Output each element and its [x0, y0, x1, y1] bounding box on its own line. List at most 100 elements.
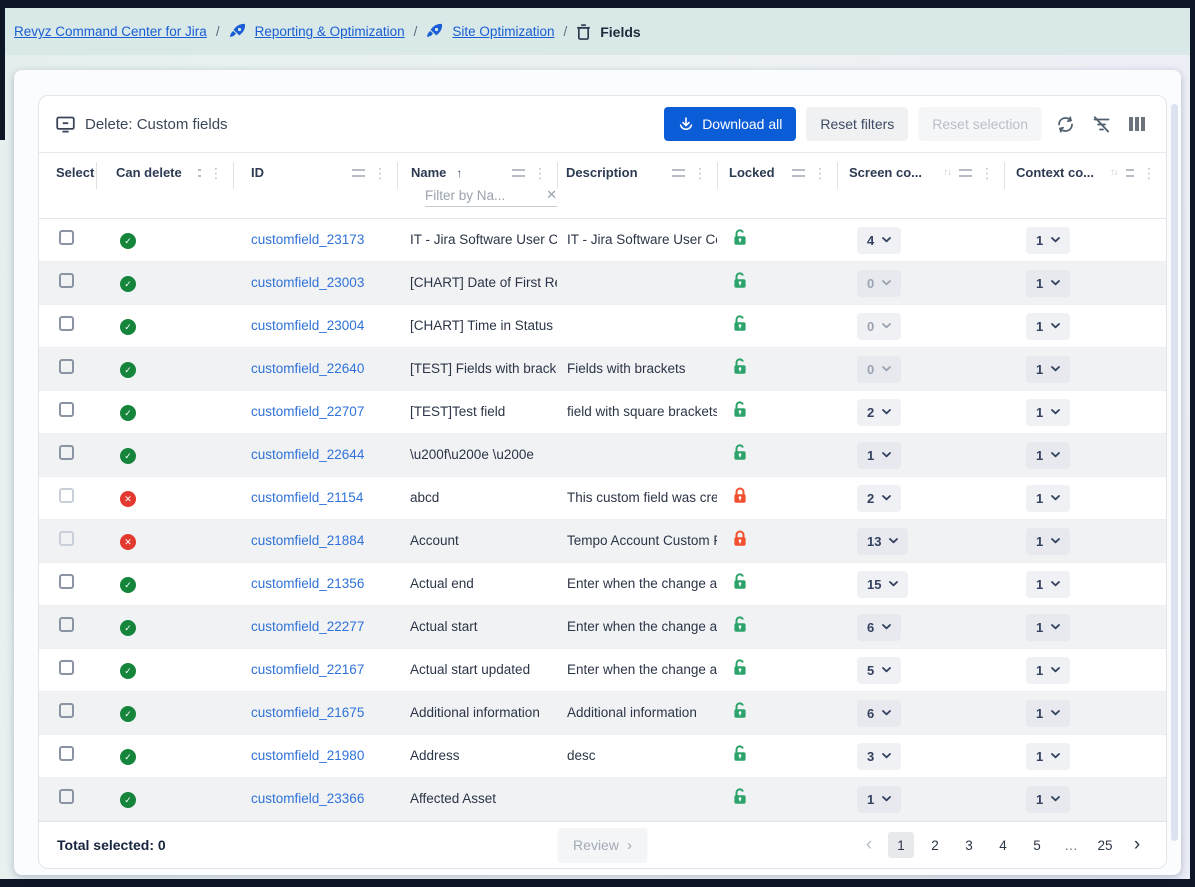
page-button[interactable]: 3 [956, 832, 982, 858]
field-id-link[interactable]: customfield_23003 [251, 275, 364, 290]
row-checkbox[interactable] [59, 445, 74, 460]
row-checkbox[interactable] [59, 789, 74, 804]
column-more-icon[interactable]: ⋮ [209, 166, 223, 180]
filter-off-icon[interactable] [1088, 111, 1114, 137]
row-checkbox[interactable] [59, 488, 74, 503]
row-checkbox[interactable] [59, 230, 74, 245]
row-checkbox[interactable] [59, 316, 74, 331]
field-id-link[interactable]: customfield_23004 [251, 318, 364, 333]
row-checkbox[interactable] [59, 574, 74, 589]
column-menu-icon[interactable] [198, 169, 201, 177]
field-id-link[interactable]: customfield_22644 [251, 447, 364, 462]
clear-filter-icon[interactable]: ✕ [546, 187, 557, 203]
column-more-icon[interactable]: ⋮ [980, 166, 994, 180]
row-checkbox[interactable] [59, 703, 74, 718]
screen-count-select[interactable]: 0 [857, 270, 901, 297]
column-more-icon[interactable]: ⋮ [1142, 166, 1156, 180]
screen-count-select[interactable]: 4 [857, 227, 901, 254]
page-button[interactable]: 25 [1092, 832, 1118, 858]
context-count-select[interactable]: 1 [1026, 786, 1070, 813]
page-button[interactable]: 1 [888, 832, 914, 858]
context-count-select[interactable]: 1 [1026, 743, 1070, 770]
column-menu-icon[interactable] [352, 169, 365, 177]
column-menu-icon[interactable] [512, 169, 525, 177]
screen-count-select[interactable]: 2 [857, 485, 901, 512]
sort-updown-icon[interactable]: ↑↓ [1110, 167, 1118, 178]
field-id-link[interactable]: customfield_22640 [251, 361, 364, 376]
reset-selection-button[interactable]: Reset selection [918, 107, 1042, 141]
screen-count-select[interactable]: 1 [857, 442, 901, 469]
breadcrumb-link-command-center[interactable]: Revyz Command Center for Jira [14, 24, 207, 39]
refresh-icon[interactable] [1052, 111, 1078, 137]
context-count-select[interactable]: 1 [1026, 528, 1070, 555]
screen-count-select[interactable]: 0 [857, 356, 901, 383]
column-header-name[interactable]: Name↑⋮ ✕ [397, 153, 557, 218]
column-header-locked[interactable]: Locked⋮ [717, 153, 837, 218]
sort-asc-icon[interactable]: ↑ [456, 166, 462, 180]
context-count-select[interactable]: 1 [1026, 270, 1070, 297]
column-header-context-count[interactable]: Context co...↑↓⋮ [1004, 153, 1166, 218]
field-id-link[interactable]: customfield_21884 [251, 533, 364, 548]
context-count-select[interactable]: 1 [1026, 442, 1070, 469]
download-all-button[interactable]: Download all [664, 107, 796, 141]
field-id-link[interactable]: customfield_21356 [251, 576, 364, 591]
screen-count-select[interactable]: 5 [857, 657, 901, 684]
field-id-link[interactable]: customfield_21980 [251, 748, 364, 763]
page-button[interactable]: 4 [990, 832, 1016, 858]
row-checkbox[interactable] [59, 359, 74, 374]
sort-updown-icon[interactable]: ↑↓ [944, 167, 952, 178]
context-count-select[interactable]: 1 [1026, 399, 1070, 426]
column-header-screen-count[interactable]: Screen co...↑↓⋮ [837, 153, 1004, 218]
column-menu-icon[interactable] [1126, 169, 1134, 177]
field-id-link[interactable]: customfield_23173 [251, 232, 364, 247]
prev-page-button[interactable]: ‹ [858, 832, 880, 858]
row-checkbox[interactable] [59, 402, 74, 417]
name-filter-input[interactable] [425, 188, 529, 203]
row-checkbox[interactable] [59, 273, 74, 288]
columns-icon[interactable] [1124, 111, 1150, 137]
screen-count-select[interactable]: 2 [857, 399, 901, 426]
page-button[interactable]: 5 [1024, 832, 1050, 858]
breadcrumb-link-site-optimization[interactable]: Site Optimization [452, 24, 554, 39]
screen-count-select[interactable]: 6 [857, 700, 901, 727]
context-count-select[interactable]: 1 [1026, 356, 1070, 383]
field-id-link[interactable]: customfield_21154 [251, 490, 363, 505]
column-more-icon[interactable]: ⋮ [373, 166, 387, 180]
review-button[interactable]: Review› [557, 828, 648, 863]
context-count-select[interactable]: 1 [1026, 485, 1070, 512]
column-menu-icon[interactable] [672, 169, 685, 177]
field-id-link[interactable]: customfield_22707 [251, 404, 364, 419]
column-header-description[interactable]: Description⋮ [557, 153, 717, 218]
screen-count-select[interactable]: 3 [857, 743, 901, 770]
context-count-select[interactable]: 1 [1026, 313, 1070, 340]
field-id-link[interactable]: customfield_23366 [251, 791, 364, 806]
field-id-link[interactable]: customfield_21675 [251, 705, 364, 720]
column-header-id[interactable]: ID⋮ [233, 153, 397, 218]
screen-count-select[interactable]: 15 [857, 571, 908, 598]
screen-count-select[interactable]: 13 [857, 528, 908, 555]
page-scrollbar[interactable] [1171, 104, 1178, 841]
context-count-select[interactable]: 1 [1026, 227, 1070, 254]
column-menu-icon[interactable] [959, 169, 972, 177]
row-checkbox[interactable] [59, 617, 74, 632]
row-checkbox[interactable] [59, 660, 74, 675]
screen-count-select[interactable]: 6 [857, 614, 901, 641]
screen-count-select[interactable]: 0 [857, 313, 901, 340]
context-count-select[interactable]: 1 [1026, 700, 1070, 727]
breadcrumb-link-reporting[interactable]: Reporting & Optimization [255, 24, 405, 39]
page-button[interactable]: 2 [922, 832, 948, 858]
column-menu-icon[interactable] [792, 169, 805, 177]
column-header-can-delete[interactable]: Can delete⋮ [96, 153, 233, 218]
row-checkbox[interactable] [59, 746, 74, 761]
field-id-link[interactable]: customfield_22277 [251, 619, 364, 634]
context-count-select[interactable]: 1 [1026, 657, 1070, 684]
screen-count-select[interactable]: 1 [857, 786, 901, 813]
next-page-button[interactable]: › [1126, 832, 1148, 858]
reset-filters-button[interactable]: Reset filters [806, 107, 908, 141]
context-count-select[interactable]: 1 [1026, 571, 1070, 598]
column-more-icon[interactable]: ⋮ [533, 166, 547, 180]
row-checkbox[interactable] [59, 531, 74, 546]
field-id-link[interactable]: customfield_22167 [251, 662, 364, 677]
column-more-icon[interactable]: ⋮ [813, 166, 827, 180]
column-more-icon[interactable]: ⋮ [693, 166, 707, 180]
